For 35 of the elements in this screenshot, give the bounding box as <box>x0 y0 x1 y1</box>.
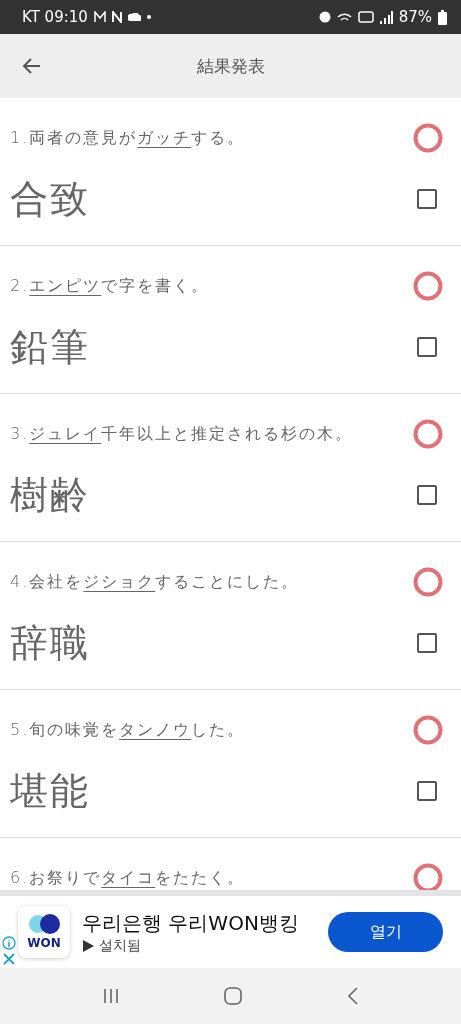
question-text: 4.会社を ジショクすることにした。 <box>10 572 301 592</box>
close-icon[interactable] <box>2 952 16 966</box>
back-icon[interactable] <box>345 986 360 1006</box>
question-text: 3.ジュレイ千年以上と推定される杉の木。 <box>10 424 355 444</box>
install-status: 설치됨 <box>99 936 141 955</box>
wifi-icon <box>336 13 352 21</box>
ad-title: 우리은행 우리WON뱅킹 <box>82 909 300 937</box>
answer-text: 合致 <box>10 175 91 223</box>
dot-icon <box>146 15 151 19</box>
question-text: 6.お祭りで タイコ をたたく。 <box>10 868 247 888</box>
app-logo: WON <box>18 906 70 958</box>
answer-text: 樹齢 <box>10 471 91 519</box>
status-time: KT 09:10 <box>22 8 88 26</box>
question-text: 1.両者の意見がガッチする。 <box>10 128 247 148</box>
question-text: 5.旬の味覚を タンノウ した。 <box>10 720 247 740</box>
signal-icon <box>379 10 393 24</box>
cloud-icon <box>127 13 141 21</box>
checkbox[interactable] <box>417 485 437 505</box>
play-store-icon <box>82 939 95 952</box>
mail-icon <box>93 11 106 23</box>
battery-percent: 87% <box>398 8 432 26</box>
answer-text: 鉛筆 <box>10 323 91 371</box>
home-icon[interactable] <box>222 986 243 1006</box>
info-icon[interactable] <box>2 936 16 950</box>
answer-text: 辞職 <box>10 619 91 667</box>
checkbox[interactable] <box>417 189 437 209</box>
checkbox[interactable] <box>417 781 437 801</box>
battery-icon <box>438 9 447 25</box>
question-text: 2.エンピツ で字を書く。 <box>10 276 211 296</box>
screen-title: 結果発表 <box>196 55 265 76</box>
checkbox[interactable] <box>417 633 437 653</box>
open-button[interactable]: 열기 <box>328 912 443 952</box>
recent-apps-icon[interactable] <box>101 987 120 1005</box>
checkbox[interactable] <box>417 337 437 357</box>
answer-text: 堪能 <box>10 767 91 815</box>
